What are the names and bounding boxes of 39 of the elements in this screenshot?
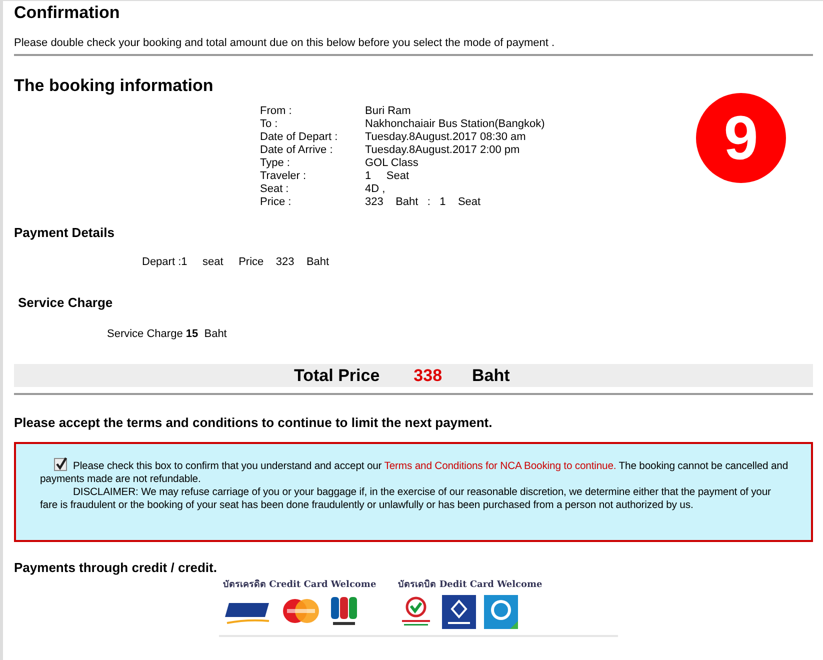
terms-link[interactable]: Terms and Conditions for NCA Booking to continue. bbox=[384, 461, 616, 472]
payment-detail-line: Depart :1 seat Price 323 Baht bbox=[142, 256, 330, 268]
card-caption: บัตรเครดิต Credit Card Welcome bbox=[223, 578, 376, 591]
instruction-text: Please double check your booking and total amount due on this below before you select the mode of payment . bbox=[14, 37, 556, 49]
step-badge: 9 bbox=[696, 93, 786, 183]
field-label: From : bbox=[260, 105, 293, 118]
field-value: 323 Baht : 1 Seat bbox=[365, 196, 482, 209]
field-value: Buri Ram bbox=[365, 105, 412, 118]
terms-text: Please check this box to confirm that you understand and accept our Terms and Conditions for NCA Booking to continue. The booking cannot be cancelled and payments made are not refundable. bbox=[40, 458, 791, 486]
field-label: Seat : bbox=[260, 183, 290, 196]
bank-logo-icon bbox=[442, 595, 476, 629]
service-charge-line: Service Charge 15 Baht bbox=[107, 328, 227, 340]
total-label: Total Price bbox=[294, 366, 380, 386]
field-value: GOL Class bbox=[365, 157, 420, 170]
field-value: 1 Seat bbox=[365, 170, 410, 183]
field-value: Nakhonchaiair Bus Station(Bangkok) bbox=[365, 118, 545, 131]
disclaimer-text: DISCLAIMER: We may refuse carriage of you or your baggage if, in the exercise of our reasonable discretion, we determine either that the payment of your fare is fraudulent or the booking of your seat has been done fraudulently or unlawfully or has been purchased from a person not authorized by us. bbox=[40, 486, 772, 512]
field-label: To : bbox=[260, 118, 279, 131]
card-caption: บัตรเดบิต Dedit Card Welcome bbox=[398, 578, 542, 591]
currency-label: Baht bbox=[472, 366, 510, 386]
section-title: Service Charge bbox=[18, 295, 114, 310]
payments-heading: Payments through credit / credit. bbox=[14, 560, 218, 575]
section-title: Payment Details bbox=[14, 225, 116, 240]
field-label: Price : bbox=[260, 196, 292, 209]
terms-heading: Please accept the terms and conditions to continue to limit the next payment. bbox=[14, 415, 494, 430]
card-logo-icon bbox=[281, 597, 321, 625]
field-value: Tuesday.8August.2017 2:00 pm bbox=[365, 144, 521, 157]
checkbox[interactable] bbox=[54, 458, 67, 471]
field-label: Type : bbox=[260, 157, 291, 170]
total-amount: 338 bbox=[414, 366, 442, 386]
section-title: The booking information bbox=[14, 76, 214, 96]
bank-logo-icon bbox=[484, 595, 518, 629]
field-label: Date of Arrive : bbox=[260, 144, 334, 157]
field-label: Traveler : bbox=[260, 170, 308, 183]
card-logo-icon bbox=[329, 595, 359, 627]
field-value: 4D , bbox=[365, 183, 386, 196]
page-title: Confirmation bbox=[14, 3, 121, 23]
field-value: Tuesday.8August.2017 08:30 am bbox=[365, 131, 527, 144]
field-label: Date of Depart : bbox=[260, 131, 339, 144]
